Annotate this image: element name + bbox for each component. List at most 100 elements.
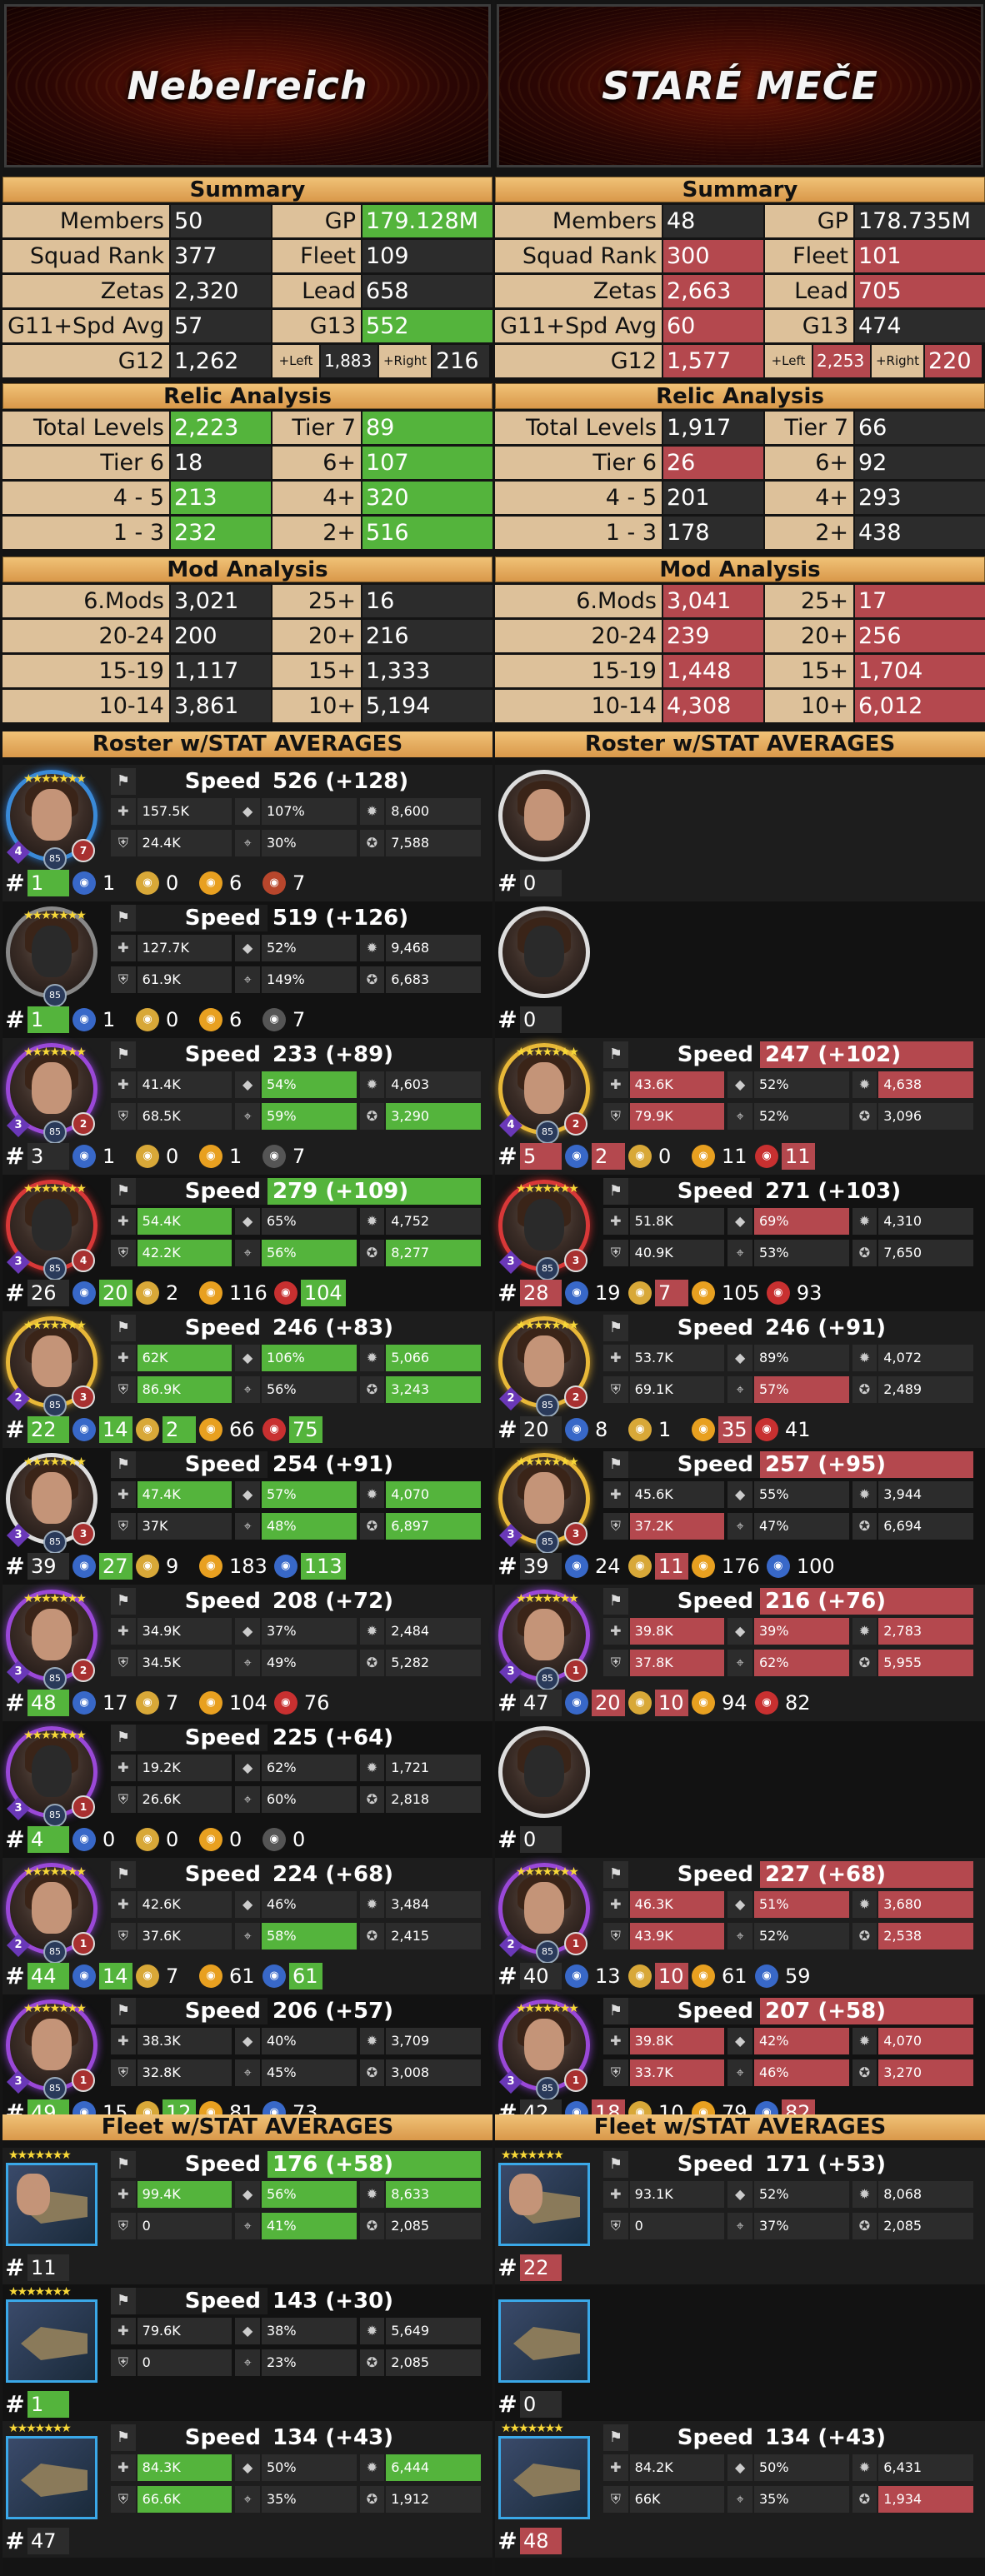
speed-value: 233 (+89) (272, 1042, 394, 1067)
ship-portrait[interactable]: ★★★★★★★ (498, 2149, 590, 2246)
stat-row: ⛨ 61.9K ⌖ 149% ✪ 6,683 (111, 966, 484, 993)
speed-value: 225 (+64) (272, 1725, 394, 1750)
roster-unit[interactable]: ★★★★★★★ 85 3 1 ⚑ Speed 207 (+58) ✚ 39.8K ◆ 42% ✹ 4,0… (495, 1994, 985, 2131)
summary-label: Members (2, 205, 169, 237)
roster-unit[interactable]: ★★★★★★★ 85 3 2 ⚑ Speed 208 (+72) ✚ 34.9K ◆ 37% ✹ 2,4… (2, 1585, 492, 1721)
unit-stars: ★★★★★★★ (516, 1046, 579, 1059)
unit-portrait[interactable]: ★★★★★★★ 85 3 3 (6, 1453, 98, 1554)
unit-portrait[interactable] (498, 770, 590, 861)
tenacity-icon: ✪ (852, 1376, 878, 1403)
summary-label: G11+Spd Avg (2, 310, 169, 342)
relic-badge: 2 (564, 1112, 588, 1136)
ship-portrait[interactable]: ★★★★★★★ (6, 2285, 98, 2383)
unit-portrait[interactable]: ★★★★★★★ 85 3 4 (6, 1180, 98, 1281)
unit-portrait[interactable]: ★★★★★★★ 85 4 2 (498, 1043, 590, 1144)
unit-portrait[interactable]: ★★★★★★★ 85 3 1 (6, 1999, 98, 2100)
unit-portrait[interactable]: ★★★★★★★ 85 3 1 (6, 1726, 98, 1827)
mod-value: 1,448 (663, 655, 763, 687)
stat-pot: 3,709 (386, 2028, 481, 2054)
roster-unit[interactable]: ★★★★★★★ 85 3 1 ⚑ Speed 225 (+64) ✚ 19.2K ◆ 62% ✹ 1,7… (2, 1721, 492, 1858)
fleet-ship[interactable]: ★★★★★★★ ⚑ Speed 143 (+30) ✚ 79.6K ◆ 38% ✹ 5,649 ⛨ 0… (2, 2284, 492, 2421)
roster-unit[interactable]: ★★★★★★★ 85 2 3 ⚑ Speed 246 (+83) ✚ 62K ◆ 106% ✹ 5,06… (2, 1311, 492, 1448)
stat-pot: 4,752 (386, 1208, 481, 1235)
roster-unit[interactable]: ★★★★★★★ 85 2 1 ⚑ Speed 227 (+68) ✚ 46.3K ◆ 51% ✹ 3,6… (495, 1858, 985, 1994)
roster-unit[interactable]: ★★★★★★★ 85 3 1 ⚑ Speed 216 (+76) ✚ 39.8K ◆ 39% ✹ 2,7… (495, 1585, 985, 1721)
omicron-count: 7 (166, 1964, 179, 1988)
right-value: 216 (432, 345, 489, 377)
unit-portrait[interactable]: ★★★★★★★ 85 2 1 (498, 1863, 590, 1964)
potency-icon: ✹ (359, 2318, 385, 2344)
stat-health: 157.5K (137, 798, 232, 825)
roster-unit[interactable]: ★★★★★★★ 85 4 7 ⚑ Speed 526 (+128) ✚ 157.5K ◆ 107% ✹… (2, 765, 492, 901)
gear-badge: 2 (499, 1387, 522, 1410)
speed-label: Speed (628, 1041, 760, 1068)
crit-icon: ◆ (235, 1891, 260, 1918)
gear-badge: 3 (7, 1660, 30, 1684)
faction-count: 41 (785, 1418, 811, 1441)
speed-icon: ⚑ (603, 1315, 628, 1341)
roster-unit[interactable]: ★★★★★★★ 85 ⚑ Speed 519 (+126) ✚ 127.7K ◆ 52% ✹ 9,4… (2, 901, 492, 1038)
unit-portrait[interactable]: ★★★★★★★ 85 3 2 (6, 1043, 98, 1144)
stat-row: ✚ 53.7K ◆ 89% ✹ 4,072 (603, 1345, 977, 1371)
roster-unit[interactable]: ★★★★★★★ 85 2 1 ⚑ Speed 224 (+68) ✚ 42.6K ◆ 46% ✹ 3,4… (2, 1858, 492, 1994)
unit-portrait[interactable]: ★★★★★★★ 85 3 1 (498, 1999, 590, 2100)
roster-unit[interactable]: #0 (495, 901, 985, 1038)
roster-unit[interactable]: #0 (495, 1721, 985, 1858)
unit-portrait[interactable]: ★★★★★★★ 85 2 3 (6, 1316, 98, 1417)
ship-portrait[interactable]: ★★★★★★★ (6, 2422, 98, 2519)
relic-value: 516 (362, 517, 492, 549)
relic-label: 4 - 5 (495, 482, 662, 514)
unit-portrait[interactable]: ★★★★★★★ 85 (6, 906, 98, 1007)
crit-icon: ◆ (235, 1071, 260, 1098)
fleet-ship[interactable]: ★★★★★★★ ⚑ Speed 134 (+43) ✚ 84.2K ◆ 50% ✹ 6,431 ⛨ 6… (495, 2421, 985, 2558)
omicron-count: 10 (655, 1963, 688, 1989)
stat-grid: ✚ 39.8K ◆ 39% ✹ 2,783 ⛨ 37.8K ⌖ 62% ✪ 5,955 (603, 1618, 977, 1681)
unit-portrait[interactable]: ★★★★★★★ 85 2 2 (498, 1316, 590, 1417)
fleet-ship[interactable]: #0 (495, 2284, 985, 2421)
protection-icon: ⛨ (111, 830, 136, 856)
roster-unit[interactable]: ★★★★★★★ 85 3 1 ⚑ Speed 206 (+57) ✚ 38.3K ◆ 40% ✹ 3,7… (2, 1994, 492, 2131)
unit-portrait[interactable]: ★★★★★★★ 85 4 7 (6, 770, 98, 871)
unit-portrait[interactable]: ★★★★★★★ 85 3 1 (498, 1590, 590, 1690)
unit-stars: ★★★★★★★ (516, 1319, 579, 1332)
roster-unit[interactable]: ★★★★★★★ 85 3 3 ⚑ Speed 271 (+103) ✚ 51.8K ◆ 69% ✹ 4,… (495, 1175, 985, 1311)
accuracy-icon: ⌖ (728, 2486, 752, 2513)
potency-icon: ✹ (359, 935, 385, 961)
roster-unit[interactable]: ★★★★★★★ 85 3 3 ⚑ Speed 254 (+91) ✚ 47.4K ◆ 57% ✹ 4,0… (2, 1448, 492, 1585)
unit-portrait[interactable]: ★★★★★★★ 85 3 2 (6, 1590, 98, 1690)
roster-unit[interactable]: #0 (495, 765, 985, 901)
shard-icon: ◉ (72, 1008, 96, 1031)
speed-label: Speed (628, 1998, 760, 2024)
summary-row: Squad Rank 300 Fleet 101 (495, 240, 985, 272)
roster-unit[interactable]: ★★★★★★★ 85 3 4 ⚑ Speed 279 (+109) ✚ 54.4K ◆ 65% ✹ 4,… (2, 1175, 492, 1311)
mod-row: 20-24 200 20+ 216 (2, 620, 492, 652)
guild-banner: STARÉ MEČE (497, 4, 983, 167)
fleet-ship[interactable]: ★★★★★★★ ⚑ Speed 176 (+58) ✚ 99.4K ◆ 56% ✹ 8,633 ⛨ 0… (2, 2148, 492, 2284)
relic-badge: 2 (72, 1112, 95, 1136)
unit-portrait[interactable]: ★★★★★★★ 85 3 3 (498, 1453, 590, 1554)
fleet-ship[interactable]: ★★★★★★★ ⚑ Speed 134 (+43) ✚ 84.3K ◆ 50% ✹ 6,444 ⛨ 6… (2, 2421, 492, 2558)
unit-portrait[interactable] (498, 1726, 590, 1818)
left-label: +Left (272, 345, 319, 377)
roster-unit[interactable]: ★★★★★★★ 85 3 3 ⚑ Speed 257 (+95) ✚ 45.6K ◆ 55% ✹ 3,9… (495, 1448, 985, 1585)
tenacity-icon: ✪ (852, 1923, 878, 1949)
unit-portrait[interactable]: ★★★★★★★ 85 2 1 (6, 1863, 98, 1964)
unit-portrait[interactable] (498, 906, 590, 998)
ship-portrait[interactable]: ★★★★★★★ (6, 2149, 98, 2246)
roster-unit[interactable]: ★★★★★★★ 85 3 2 ⚑ Speed 233 (+89) ✚ 41.4K ◆ 54% ✹ 4,6… (2, 1038, 492, 1175)
relic-badge: 4 (72, 1249, 95, 1272)
ship-stars: ★★★★★★★ (8, 2149, 72, 2162)
unit-portrait[interactable]: ★★★★★★★ 85 3 3 (498, 1180, 590, 1281)
unit-count: 0 (520, 1006, 562, 1033)
roster-unit[interactable]: ★★★★★★★ 85 4 2 ⚑ Speed 247 (+102) ✚ 43.6K ◆ 52% ✹ 4,… (495, 1038, 985, 1175)
ship-portrait[interactable]: ★★★★★★★ (498, 2422, 590, 2519)
protection-icon: ⛨ (603, 1650, 628, 1676)
roster-unit[interactable]: ★★★★★★★ 85 2 2 ⚑ Speed 246 (+91) ✚ 53.7K ◆ 89% ✹ 4,0… (495, 1311, 985, 1448)
ship-portrait[interactable] (498, 2299, 590, 2383)
fleet-ship[interactable]: ★★★★★★★ ⚑ Speed 171 (+53) ✚ 93.1K ◆ 52% ✹ 8,068 ⛨ 0… (495, 2148, 985, 2284)
unit-face (32, 1472, 72, 1524)
shard-count: 2 (592, 1143, 625, 1170)
ship-count: 47 (28, 2528, 69, 2554)
faction-icon: ◉ (262, 1418, 286, 1441)
shard-count: 20 (99, 1280, 132, 1306)
